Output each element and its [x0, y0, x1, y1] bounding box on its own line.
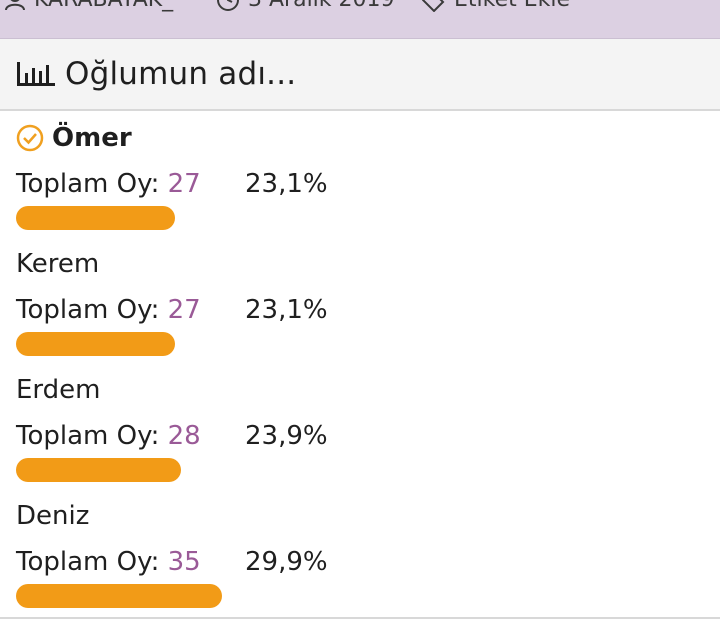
option-name-row: Ömer	[16, 123, 132, 153]
add-tag-button[interactable]: Etiket Ekle	[420, 0, 570, 12]
vote-count: 28	[167, 421, 201, 451]
bar-chart-icon	[17, 60, 55, 88]
vote-count: 27	[167, 169, 201, 199]
option-name-row: Deniz	[16, 501, 89, 531]
option-stats: Toplam Oy: 35 29,9%	[16, 547, 328, 577]
vote-percent: 23,9%	[245, 421, 328, 451]
user-icon	[5, 0, 25, 10]
poll-option-kerem[interactable]: Kerem Toplam Oy: 27 23,1%	[16, 237, 696, 363]
date-meta: 3 Aralık 2019	[216, 0, 395, 12]
vote-bar	[16, 584, 222, 608]
add-tag-label[interactable]: Etiket Ekle	[454, 0, 570, 12]
poll-option-erdem[interactable]: Erdem Toplam Oy: 28 23,9%	[16, 363, 696, 489]
option-name: Erdem	[16, 375, 101, 405]
option-stats: Toplam Oy: 28 23,9%	[16, 421, 328, 451]
author-name[interactable]: KARABATAK_	[34, 0, 173, 12]
vote-count: 35	[167, 547, 201, 577]
vote-percent: 23,1%	[245, 169, 328, 199]
option-name-row: Kerem	[16, 249, 99, 279]
vote-label: Toplam Oy:	[16, 547, 160, 577]
poll-option-deniz[interactable]: Deniz Toplam Oy: 35 29,9%	[16, 489, 696, 615]
vote-bar	[16, 332, 175, 356]
option-stats: Toplam Oy: 27 23,1%	[16, 169, 328, 199]
tag-icon	[422, 0, 445, 12]
option-name: Kerem	[16, 249, 100, 279]
post-meta-bar: KARABATAK_ 3 Aralık 2019 Etiket Ekle	[0, 0, 720, 39]
poll-title: Oğlumun adı...	[65, 56, 297, 92]
vote-bar	[16, 458, 181, 482]
clock-icon	[217, 0, 239, 11]
option-name-row: Erdem	[16, 375, 101, 405]
option-stats: Toplam Oy: 27 23,1%	[16, 295, 328, 325]
vote-label: Toplam Oy:	[16, 169, 160, 199]
author-meta[interactable]: KARABATAK_	[4, 0, 173, 12]
vote-percent: 23,1%	[245, 295, 328, 325]
option-name: Ömer	[52, 123, 132, 153]
poll-header: Oğlumun adı...	[0, 39, 720, 111]
post-date: 3 Aralık 2019	[248, 0, 395, 12]
option-name: Deniz	[16, 501, 90, 531]
vote-bar	[16, 206, 175, 230]
vote-count: 27	[167, 295, 201, 325]
vote-percent: 29,9%	[245, 547, 328, 577]
vote-label: Toplam Oy:	[16, 421, 160, 451]
check-circle-icon	[16, 124, 44, 152]
poll-option-omer[interactable]: Ömer Toplam Oy: 27 23,1%	[16, 111, 696, 237]
divider	[0, 617, 720, 619]
vote-label: Toplam Oy:	[16, 295, 160, 325]
